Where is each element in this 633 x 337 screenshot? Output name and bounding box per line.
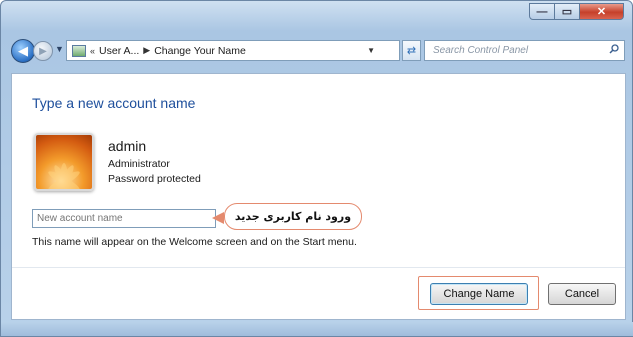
address-bar[interactable]: « User A... ▶ Change Your Name ▼ xyxy=(66,40,400,61)
change-name-button[interactable]: Change Name xyxy=(430,283,528,305)
back-arrow-icon[interactable]: ◀ xyxy=(11,39,35,63)
refresh-icon[interactable]: ⇄ xyxy=(402,40,421,61)
cancel-button[interactable]: Cancel xyxy=(548,283,616,305)
password-status: Password protected xyxy=(108,173,201,185)
recent-pages-dropdown[interactable]: ▼ xyxy=(55,44,64,54)
breadcrumb-overflow-icon[interactable]: « xyxy=(90,46,95,56)
navigation-bar: ◀ ▶ ▼ « User A... ▶ Change Your Name ▼ ⇄… xyxy=(11,39,625,63)
address-dropdown-icon[interactable]: ▼ xyxy=(367,46,375,55)
account-name: admin xyxy=(108,138,147,154)
search-placeholder: Search Control Panel xyxy=(433,45,529,56)
help-text: This name will appear on the Welcome scr… xyxy=(32,236,357,248)
maximize-button[interactable]: ▭ xyxy=(555,3,580,20)
forward-arrow-icon[interactable]: ▶ xyxy=(33,41,53,61)
annotation-callout: ورود نام کاربری جدید xyxy=(224,203,362,230)
caption-buttons: — ▭ ✕ xyxy=(529,3,624,20)
breadcrumb-separator-icon[interactable]: ▶ xyxy=(143,45,150,56)
content-panel: Type a new account name admin Administra… xyxy=(11,73,626,320)
new-account-name-input[interactable] xyxy=(32,209,216,228)
control-panel-window: — ▭ ✕ ◀ ▶ ▼ « User A... ▶ Change Your Na… xyxy=(0,0,633,337)
breadcrumb-change-name[interactable]: Change Your Name xyxy=(154,45,246,57)
search-input[interactable]: Search Control Panel xyxy=(424,40,625,61)
page-title: Type a new account name xyxy=(32,95,196,111)
control-panel-icon xyxy=(72,44,86,57)
search-icon[interactable] xyxy=(609,44,619,54)
window-bottom-border xyxy=(1,322,633,336)
minimize-button[interactable]: — xyxy=(529,3,555,20)
account-type: Administrator xyxy=(108,158,170,170)
divider xyxy=(12,267,625,268)
close-button[interactable]: ✕ xyxy=(580,3,624,20)
breadcrumb-user-accounts[interactable]: User A... xyxy=(99,45,139,57)
callout-pointer xyxy=(212,212,224,224)
user-avatar xyxy=(34,133,94,191)
flower-picture-icon xyxy=(48,163,80,189)
